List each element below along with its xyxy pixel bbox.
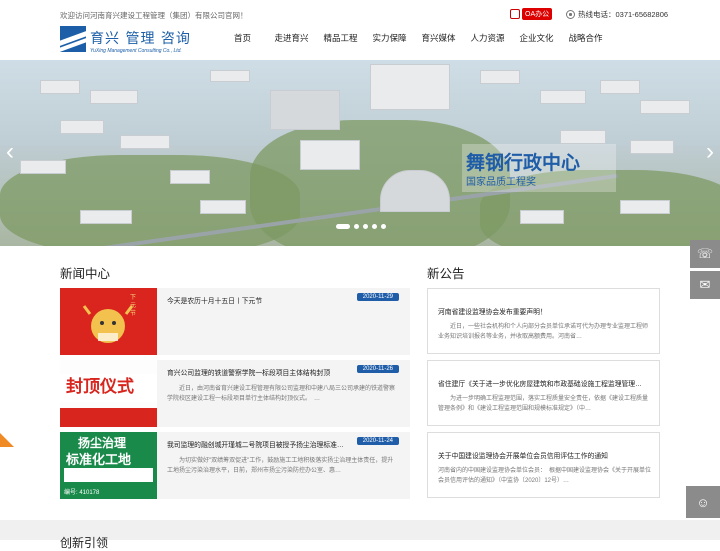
notice-section-title: 新公告 bbox=[427, 267, 465, 281]
notice-desc: 近日，一些社会机构和个人向部分会员单位承诺可代为办理专业监理工程师业务知识培训报… bbox=[438, 324, 649, 340]
banner-dot-1[interactable] bbox=[336, 224, 350, 229]
nav-item-home[interactable]: 首页 bbox=[218, 32, 267, 44]
news-item[interactable]: 封顶仪式 育兴公司监理的铁道警察学院一标段项目主体结构封顶 2020-11-26… bbox=[60, 360, 410, 427]
banner-title: 舞钢行政中心 bbox=[466, 153, 581, 174]
hotline-text: 热线电话：0371-65682806 bbox=[578, 10, 669, 19]
notice-desc: 河南省内的中国建设监理协会单位会员： 根据中国建设监理协会《关于开展单位会员信用… bbox=[438, 468, 652, 484]
oa-link[interactable]: OA办公 bbox=[510, 8, 553, 20]
nav-item-projects[interactable]: 精品工程 bbox=[316, 32, 365, 44]
thumb-2-text: 封顶仪式 bbox=[66, 377, 134, 397]
side-consult-button[interactable]: ☏ bbox=[690, 240, 720, 268]
oa-label: OA办公 bbox=[522, 8, 553, 20]
news-desc: 为切实做好"双绩筹双促进"工作，鼓励施工工地积极落实扬尘治理主体责任，提升工地扬… bbox=[167, 458, 394, 474]
chat-bubble-icon: ☺ bbox=[696, 494, 710, 510]
logo-cn: 育兴 管理 咨询 bbox=[90, 31, 191, 47]
news-thumbnail: 封顶仪式 bbox=[60, 360, 157, 427]
logo[interactable]: 育兴 管理 咨询 YuXing Management Consulting Co… bbox=[60, 26, 215, 56]
logo-mark-icon bbox=[60, 26, 86, 52]
notice-desc: 为进一步明确工程监理范围，落实工程质量安全责任，依据《建设工程质量管理条例》和《… bbox=[438, 396, 649, 412]
banner-pagination bbox=[336, 224, 390, 229]
nav-item-culture[interactable]: 企业文化 bbox=[512, 32, 561, 44]
hero-banner[interactable]: ‹ › 舞钢行政中心 国家品质工程奖 bbox=[0, 60, 720, 246]
oa-icon bbox=[510, 9, 520, 19]
news-title[interactable]: 我司监理的融创城开瑾城二号院项目被授予扬尘治理标准… bbox=[167, 439, 344, 449]
notice-item[interactable]: 省住建厅《关于进一步优化房屋建筑和市政基础设施工程监理管理… 为进一步明确工程监… bbox=[427, 360, 660, 426]
banner-dot-4[interactable] bbox=[372, 224, 377, 229]
banner-next-arrow-icon[interactable]: › bbox=[706, 140, 714, 164]
thumb-1-text: 下元节 bbox=[130, 295, 137, 317]
news-item[interactable]: 下元节 今天是农历十月十五日丨下元节 2020-11-29 bbox=[60, 288, 410, 355]
nav-item-strength[interactable]: 实力保障 bbox=[365, 32, 414, 44]
news-date-badge: 2020-11-24 bbox=[356, 437, 399, 445]
news-title[interactable]: 育兴公司监理的铁道警察学院一标段项目主体结构封顶 bbox=[167, 367, 330, 377]
news-date-badge: 2020-11-26 bbox=[356, 365, 399, 373]
banner-dot-5[interactable] bbox=[381, 224, 386, 229]
banner-dot-2[interactable] bbox=[354, 224, 359, 229]
notice-item[interactable]: 关于中国建设监理协会开展单位会员信用评估工作的通知 河南省内的中国建设监理协会单… bbox=[427, 432, 660, 498]
banner-dot-3[interactable] bbox=[363, 224, 368, 229]
news-desc: 近日，由河南省育兴建设工程管理有限公司监理和中建八局三公司承建的铁道警察学院校区… bbox=[167, 386, 396, 402]
news-thumbnail: 下元节 bbox=[60, 288, 157, 355]
next-section-heading: 创新引领 bbox=[60, 536, 109, 550]
hotline: 热线电话：0371-65682806 bbox=[566, 9, 668, 20]
news-section-title: 新闻中心 bbox=[60, 267, 111, 281]
mail-icon: ✉ bbox=[699, 277, 711, 292]
banner-caption: 舞钢行政中心 国家品质工程奖 bbox=[462, 144, 616, 192]
news-item[interactable]: 扬尘治理 标准化工地 编号: 410178 我司监理的融创城开瑾城二号院项目被授… bbox=[60, 432, 410, 499]
banner-prev-arrow-icon[interactable]: ‹ bbox=[6, 140, 14, 164]
main-nav: 首页 走进育兴 精品工程 实力保障 育兴媒体 人力资源 企业文化 战略合作 bbox=[218, 32, 610, 44]
header: 育兴 管理 咨询 YuXing Management Consulting Co… bbox=[0, 22, 720, 60]
notice-title[interactable]: 河南省建设监理协会发布重要声明！ bbox=[438, 306, 652, 316]
logo-en: YuXing Management Consulting Co., Ltd. bbox=[90, 48, 182, 54]
headset-icon: ☏ bbox=[696, 246, 714, 261]
nav-item-hr[interactable]: 人力资源 bbox=[463, 32, 512, 44]
nav-item-partners[interactable]: 战略合作 bbox=[561, 32, 610, 44]
nav-item-about[interactable]: 走进育兴 bbox=[267, 32, 316, 44]
thumb-3-line2: 标准化工地 bbox=[66, 452, 132, 467]
welcome-text: 欢迎访问河南育兴建设工程管理（集团）有限公司官网！ bbox=[60, 11, 248, 20]
decor-triangle bbox=[0, 433, 14, 447]
news-date-badge: 2020-11-29 bbox=[356, 293, 399, 301]
notice-title[interactable]: 关于中国建设监理协会开展单位会员信用评估工作的通知 bbox=[438, 450, 652, 460]
notice-title[interactable]: 省住建厅《关于进一步优化房屋建筑和市政基础设施工程监理管理… bbox=[438, 378, 652, 388]
thumb-3-sign: 编号: 410178 bbox=[64, 490, 100, 496]
side-mail-button[interactable]: ✉ bbox=[690, 271, 720, 299]
side-chat-button[interactable]: ☺ bbox=[686, 486, 720, 518]
notice-item[interactable]: 河南省建设监理协会发布重要声明！ 近日，一些社会机构和个人向部分会员单位承诺可代… bbox=[427, 288, 660, 354]
nav-item-media[interactable]: 育兴媒体 bbox=[414, 32, 463, 44]
banner-subtitle: 国家品质工程奖 bbox=[466, 177, 536, 188]
news-title[interactable]: 今天是农历十月十五日丨下元节 bbox=[167, 295, 262, 305]
next-section-band: 创新引领 bbox=[0, 520, 720, 550]
news-thumbnail: 扬尘治理 标准化工地 编号: 410178 bbox=[60, 432, 157, 499]
phone-icon bbox=[566, 10, 575, 19]
